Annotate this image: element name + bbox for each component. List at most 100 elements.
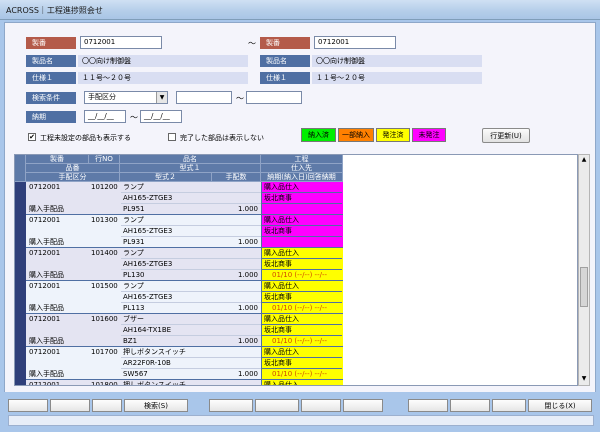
row-selector[interactable] bbox=[15, 215, 26, 248]
fkey-11[interactable] bbox=[492, 399, 526, 412]
cell-kubun: 購入手配品 bbox=[29, 337, 64, 345]
cell-hinmei: ランプ bbox=[121, 248, 261, 259]
fkey-3[interactable] bbox=[92, 399, 122, 412]
cell-process: 購入品仕入 bbox=[262, 347, 342, 358]
cell-process: 購入品仕入 bbox=[262, 314, 342, 325]
cell-supplier: 坂北商事 bbox=[262, 193, 342, 204]
cell-kubun: 購入手配品 bbox=[29, 370, 64, 378]
cell-seiban: 0712001 bbox=[29, 183, 61, 191]
hide-done-checkbox[interactable] bbox=[168, 133, 176, 141]
fkey-9[interactable] bbox=[408, 399, 448, 412]
cell-gyo: 101400 bbox=[91, 249, 118, 257]
cell-kata2: SW567 bbox=[123, 370, 148, 378]
chevron-down-icon[interactable]: ▼ bbox=[156, 92, 167, 103]
kensaku-to-input[interactable] bbox=[246, 91, 302, 104]
fkey-5[interactable] bbox=[209, 399, 253, 412]
nouki-label: 納期 bbox=[26, 111, 76, 123]
hinmei-left-value: 〇〇向け制御盤 bbox=[78, 55, 248, 67]
row-selector[interactable] bbox=[15, 347, 26, 380]
fkey-7[interactable] bbox=[301, 399, 341, 412]
header-kubun: 手配区分 bbox=[26, 173, 120, 182]
status-bar bbox=[8, 415, 594, 426]
cell-due bbox=[262, 204, 342, 215]
fkey-10[interactable] bbox=[450, 399, 490, 412]
hinmei-right-value: 〇〇向け制御盤 bbox=[312, 55, 482, 67]
kensaku-label: 検索条件 bbox=[26, 92, 76, 104]
refresh-row-button[interactable]: 行更新(U) bbox=[482, 128, 530, 143]
nouki-from-input[interactable]: __/__/__ bbox=[84, 110, 126, 123]
cell-process: 購入品仕入 bbox=[262, 248, 342, 259]
cell-hinmei: 押しボタンスイッチ bbox=[121, 380, 261, 385]
seiban-from-input[interactable]: 0712001 bbox=[80, 36, 162, 49]
cell-supplier: 坂北商事 bbox=[262, 226, 342, 237]
cell-kata2: PL130 bbox=[123, 271, 145, 279]
cell-supplier: 坂北商事 bbox=[262, 358, 342, 369]
hinmei-label: 製品名 bbox=[26, 55, 76, 67]
header-gyo: 行NO bbox=[89, 155, 120, 164]
scroll-down-icon[interactable]: ▼ bbox=[579, 374, 589, 384]
shiyou-right-label: 仕様１ bbox=[260, 72, 310, 84]
kensaku-from-input[interactable] bbox=[176, 91, 232, 104]
cell-kubun: 購入手配品 bbox=[29, 304, 64, 312]
cell-process: 購入品仕入 bbox=[262, 182, 342, 193]
cell-supplier: 坂北商事 bbox=[262, 325, 342, 336]
cell-gyo: 101500 bbox=[91, 282, 118, 290]
cell-hinmei: 押しボタンスイッチ bbox=[121, 347, 261, 358]
kensaku-select[interactable]: 手配区分 ▼ bbox=[84, 91, 168, 104]
header-nouki: 納期(納入日)回答納期 bbox=[261, 173, 343, 182]
cell-qty: 1.000 bbox=[237, 238, 258, 246]
row-selector[interactable] bbox=[15, 248, 26, 281]
shiyou-left-value: １１号～２０号 bbox=[78, 72, 248, 84]
cell-seiban: 0712001 bbox=[29, 315, 61, 323]
cell-kata2: BZ1 bbox=[123, 337, 138, 345]
cell-due: 01/10 (--/--) --/-- bbox=[272, 271, 328, 279]
cell-kata1: AH165-ZTGE3 bbox=[121, 292, 261, 303]
header-kata2: 型式２ bbox=[120, 173, 212, 182]
legend-unordered: 未発注 bbox=[412, 128, 446, 142]
cell-kata2: PL951 bbox=[123, 205, 145, 213]
cell-kata1: AH164-TX1BE bbox=[121, 325, 261, 336]
cell-gyo: 101600 bbox=[91, 315, 118, 323]
fkey-2[interactable] bbox=[50, 399, 90, 412]
row-selector[interactable] bbox=[15, 380, 26, 385]
row-selector[interactable] bbox=[15, 314, 26, 347]
show-unset-label: 工程未設定の部品も表示する bbox=[40, 134, 131, 142]
scroll-up-icon[interactable]: ▲ bbox=[579, 155, 589, 165]
cell-kubun: 購入手配品 bbox=[29, 271, 64, 279]
cell-kata1: AH165-ZTGE3 bbox=[121, 226, 261, 237]
nouki-tilde: ～ bbox=[130, 113, 138, 122]
nouki-to-input[interactable]: __/__/__ bbox=[140, 110, 182, 123]
progress-grid: 製番 行NO 品名 工程 品番 型式１ 仕入先 手配区分 型式２ 手配数 納期(… bbox=[14, 154, 578, 386]
row-selector[interactable] bbox=[15, 281, 26, 314]
vertical-scrollbar[interactable]: ▲ ▼ bbox=[578, 154, 590, 386]
header-hinban: 品番 bbox=[26, 164, 120, 173]
cell-kata2: PL113 bbox=[123, 304, 145, 312]
fkey-1[interactable] bbox=[8, 399, 48, 412]
cell-qty: 1.000 bbox=[237, 205, 258, 213]
cell-process: 購入品仕入 bbox=[262, 215, 342, 226]
scroll-thumb[interactable] bbox=[580, 267, 588, 307]
fkey-6[interactable] bbox=[255, 399, 299, 412]
close-button[interactable]: 閉じる(X) bbox=[528, 399, 592, 412]
cell-hinmei: ランプ bbox=[121, 215, 261, 226]
cell-due: 01/10 (--/--) --/-- bbox=[272, 337, 328, 345]
legend-delivered: 納入済 bbox=[301, 128, 336, 142]
cell-kubun: 購入手配品 bbox=[29, 205, 64, 213]
hinmei-right-label: 製品名 bbox=[260, 55, 310, 67]
show-unset-checkbox[interactable]: ✔ bbox=[28, 133, 36, 141]
row-selector[interactable] bbox=[15, 182, 26, 215]
cell-due bbox=[262, 237, 342, 248]
header-corner bbox=[15, 155, 26, 182]
cell-seiban: 0712001 bbox=[29, 282, 61, 290]
cell-qty: 1.000 bbox=[237, 370, 258, 378]
seiban-to-input[interactable]: 0712001 bbox=[314, 36, 396, 49]
cell-process: 購入品仕入 bbox=[262, 380, 342, 385]
seiban-tilde: ～ bbox=[248, 39, 256, 48]
cell-gyo: 101700 bbox=[91, 348, 118, 356]
cell-process: 購入品仕入 bbox=[262, 281, 342, 292]
fkey-8[interactable] bbox=[343, 399, 383, 412]
search-button[interactable]: 検索(S) bbox=[124, 399, 188, 412]
cell-supplier: 坂北商事 bbox=[262, 292, 342, 303]
cell-hinmei: ランプ bbox=[121, 281, 261, 292]
cell-gyo: 101300 bbox=[91, 216, 118, 224]
